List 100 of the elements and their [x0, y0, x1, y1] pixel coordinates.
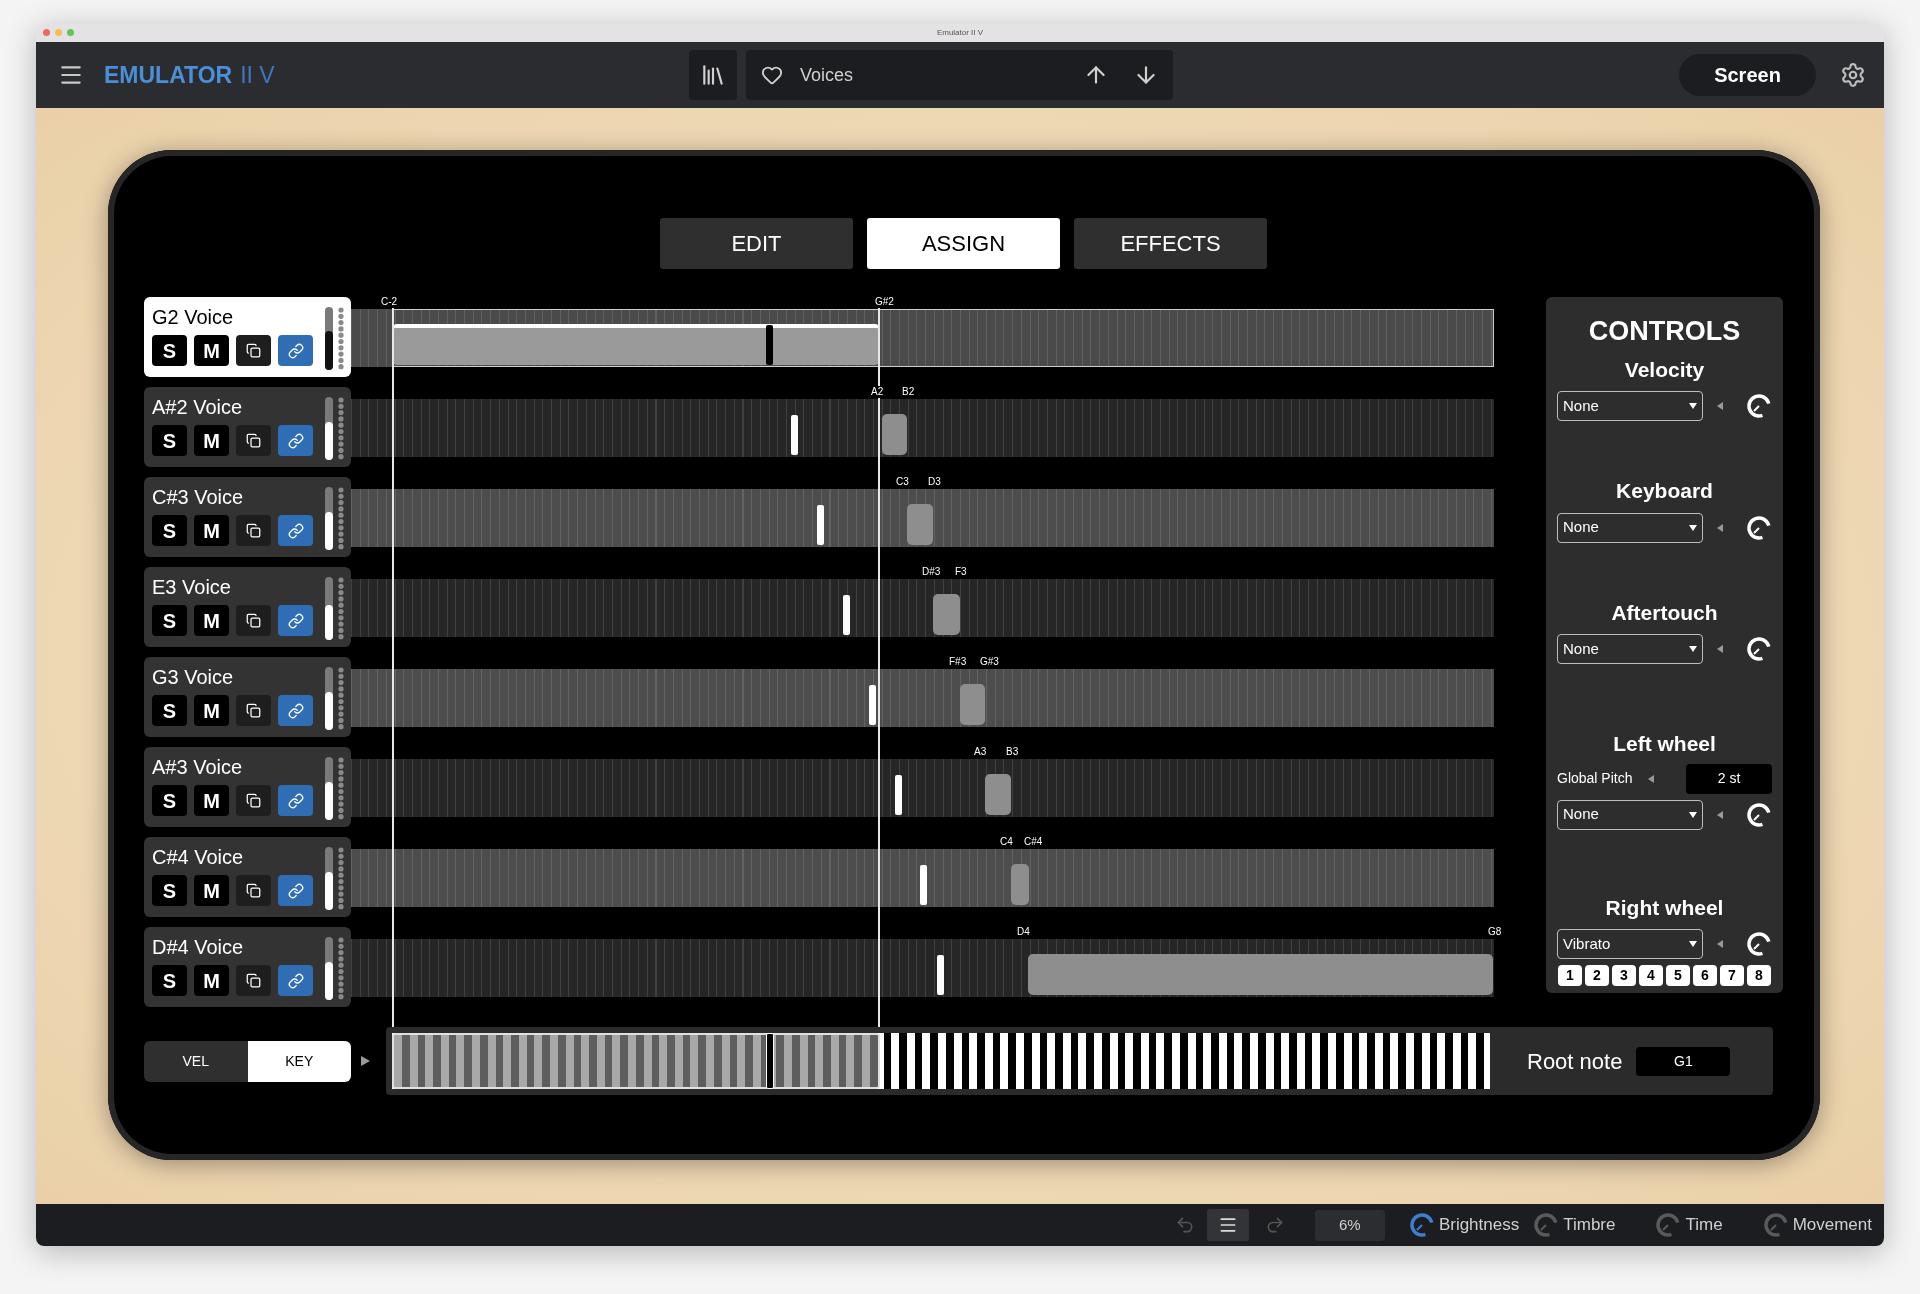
level-meter[interactable]: [325, 307, 333, 370]
voice-card[interactable]: D#4 Voice S M: [144, 927, 351, 1007]
screen-button[interactable]: Screen: [1679, 54, 1816, 96]
velocity-marker[interactable]: [869, 685, 876, 725]
library-button[interactable]: [689, 50, 737, 100]
velocity-marker[interactable]: [817, 505, 824, 545]
solo-button[interactable]: S: [152, 785, 187, 816]
param-value[interactable]: 2 st: [1686, 763, 1772, 794]
tab[interactable]: EFFECTS: [1074, 218, 1267, 269]
voice-card[interactable]: A#3 Voice S M: [144, 747, 351, 827]
knob-icon[interactable]: [1746, 514, 1772, 541]
slot-button[interactable]: 1: [1558, 965, 1582, 986]
level-meter[interactable]: [325, 487, 333, 550]
voice-card[interactable]: G3 Voice S M: [144, 657, 351, 737]
dropdown[interactable]: Vibrato: [1557, 929, 1703, 959]
dropdown[interactable]: None: [1557, 512, 1703, 543]
zoom-level[interactable]: 6%: [1314, 1209, 1385, 1241]
solo-button[interactable]: S: [152, 515, 187, 546]
slot-button[interactable]: 8: [1747, 965, 1771, 986]
mute-button[interactable]: M: [194, 605, 229, 636]
mute-button[interactable]: M: [194, 425, 229, 456]
level-meter[interactable]: [325, 757, 333, 820]
menu-button[interactable]: [1206, 1209, 1249, 1241]
copy-icon: [246, 883, 261, 898]
solo-button[interactable]: S: [152, 425, 187, 456]
solo-button[interactable]: S: [152, 875, 187, 906]
link-button[interactable]: [278, 965, 313, 996]
duplicate-button[interactable]: [236, 785, 271, 816]
keyboard-drawing[interactable]: [392, 1033, 1490, 1089]
slot-button[interactable]: 2: [1585, 965, 1609, 986]
mute-button[interactable]: M: [194, 875, 229, 906]
duplicate-button[interactable]: [236, 335, 271, 366]
solo-button[interactable]: S: [152, 335, 187, 366]
link-button[interactable]: [278, 875, 313, 906]
dropdown[interactable]: None: [1557, 391, 1703, 421]
velocity-marker[interactable]: [920, 865, 927, 905]
level-meter[interactable]: [325, 937, 333, 1000]
root-note-value[interactable]: G1: [1636, 1046, 1731, 1076]
voice-card[interactable]: A#2 Voice S M: [144, 387, 351, 467]
velocity-marker[interactable]: [937, 955, 944, 995]
macro-knob-icon[interactable]: [1762, 1212, 1789, 1238]
velocity-marker[interactable]: [791, 415, 798, 455]
knob-icon[interactable]: [1746, 636, 1772, 662]
slot-button[interactable]: 5: [1666, 965, 1690, 986]
mode-toggle[interactable]: VEL: [144, 1040, 248, 1082]
dot-scale-icon: [338, 487, 344, 550]
key-range-block[interactable]: [392, 324, 880, 365]
slot-button[interactable]: 7: [1720, 965, 1744, 986]
dropdown[interactable]: None: [1557, 634, 1703, 664]
high-note-label: C#4: [1023, 836, 1044, 848]
link-button[interactable]: [278, 695, 313, 726]
link-button[interactable]: [278, 785, 313, 816]
velocity-marker[interactable]: [766, 325, 773, 365]
solo-button[interactable]: S: [152, 965, 187, 996]
knob-icon[interactable]: [1746, 801, 1772, 828]
slot-button[interactable]: 3: [1612, 965, 1636, 986]
link-button[interactable]: [278, 605, 313, 636]
mute-button[interactable]: M: [194, 965, 229, 996]
level-meter[interactable]: [325, 577, 333, 640]
duplicate-button[interactable]: [236, 875, 271, 906]
velocity-marker[interactable]: [843, 595, 850, 635]
duplicate-button[interactable]: [236, 965, 271, 996]
macro-knob-icon[interactable]: [1408, 1212, 1435, 1238]
tab[interactable]: ASSIGN: [867, 218, 1060, 269]
link-button[interactable]: [278, 425, 313, 456]
mute-button[interactable]: M: [194, 515, 229, 546]
mute-button[interactable]: M: [194, 785, 229, 816]
slot-button[interactable]: 6: [1693, 965, 1717, 986]
preset-field[interactable]: Voices: [746, 50, 1173, 100]
mute-button[interactable]: M: [194, 695, 229, 726]
voice-card[interactable]: G2 Voice S M: [144, 297, 351, 377]
mute-button[interactable]: M: [194, 335, 229, 366]
tab[interactable]: EDIT: [660, 218, 853, 269]
solo-button[interactable]: S: [152, 605, 187, 636]
knob-icon[interactable]: [1746, 393, 1772, 419]
slot-button[interactable]: 4: [1639, 965, 1663, 986]
mode-toggle[interactable]: KEY: [247, 1040, 351, 1082]
duplicate-button[interactable]: [236, 605, 271, 636]
dropdown[interactable]: None: [1557, 799, 1703, 830]
copy-icon: [246, 703, 261, 718]
knob-icon[interactable]: [1746, 931, 1772, 957]
duplicate-button[interactable]: [236, 695, 271, 726]
link-icon: [287, 432, 304, 449]
solo-button[interactable]: S: [152, 695, 187, 726]
link-button[interactable]: [278, 335, 313, 366]
voice-card[interactable]: E3 Voice S M: [144, 567, 351, 647]
link-button[interactable]: [278, 515, 313, 546]
voice-card[interactable]: C#4 Voice S M: [144, 837, 351, 917]
voice-card[interactable]: C#3 Voice S M: [144, 477, 351, 557]
duplicate-button[interactable]: [236, 425, 271, 456]
level-meter[interactable]: [325, 667, 333, 730]
velocity-marker[interactable]: [895, 775, 902, 815]
play-triangle-icon[interactable]: [361, 1056, 370, 1066]
level-meter[interactable]: [325, 397, 333, 460]
settings-icon[interactable]: [1840, 62, 1866, 88]
heart-icon[interactable]: [761, 64, 783, 86]
duplicate-button[interactable]: [236, 515, 271, 546]
macro-knob-icon[interactable]: [1533, 1212, 1560, 1238]
macro-knob-icon[interactable]: [1655, 1212, 1682, 1238]
level-meter[interactable]: [325, 847, 333, 910]
